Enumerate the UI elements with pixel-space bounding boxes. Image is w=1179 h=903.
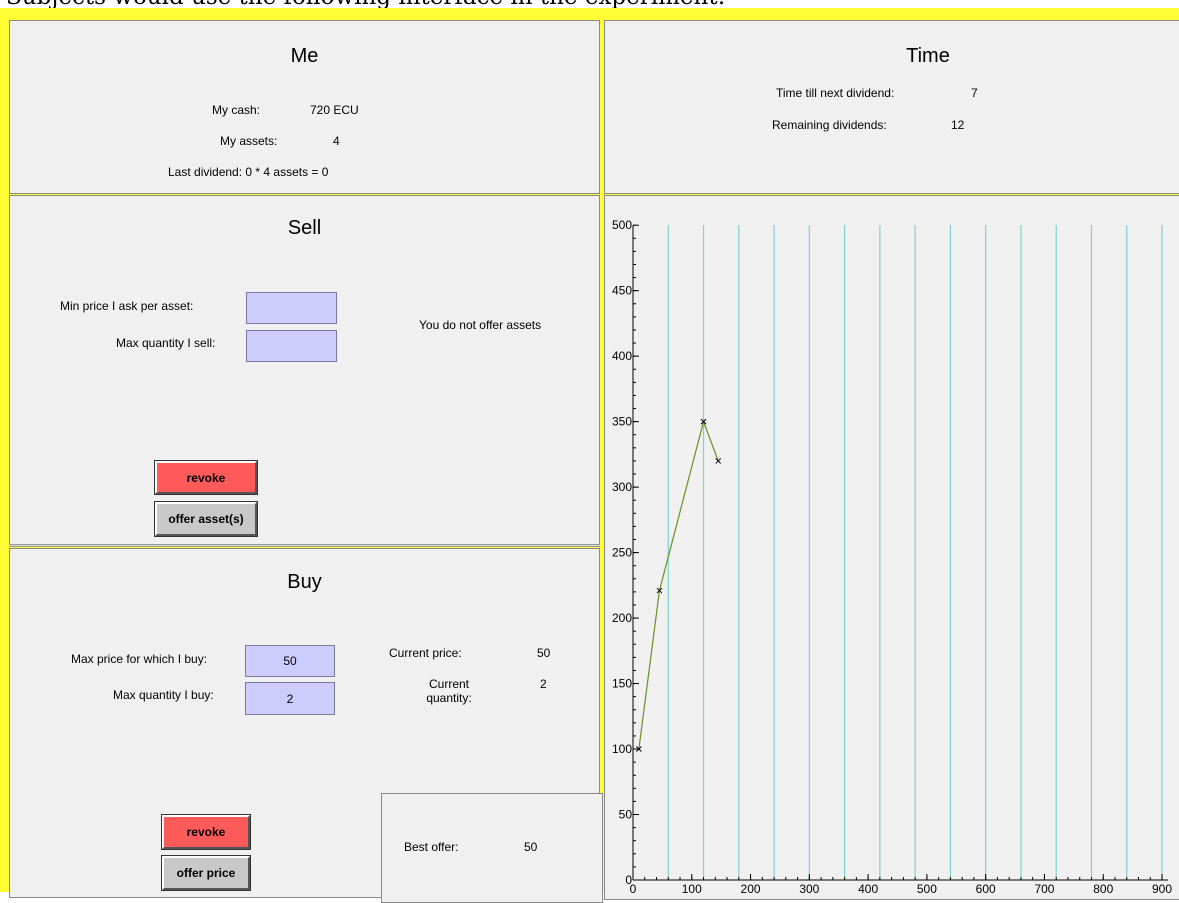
max-buy-qty-input[interactable] xyxy=(245,682,335,715)
sell-panel: Sell Min price I ask per asset: Max quan… xyxy=(9,195,600,545)
sell-revoke-button[interactable]: revoke xyxy=(154,460,258,495)
time-panel: Time Time till next dividend: 7 Remainin… xyxy=(604,20,1179,194)
cash-label: My cash: xyxy=(212,103,261,117)
min-price-input[interactable] xyxy=(246,292,337,324)
x-tick-label: 700 xyxy=(1034,882,1054,896)
app-window: Me My cash: 720 ECU My assets: 4 Last di… xyxy=(0,8,1179,903)
x-tick-label: 0 xyxy=(630,882,637,896)
remaining-dividends-label: Remaining dividends: xyxy=(772,118,887,132)
max-sell-qty-label: Max quantity I sell: xyxy=(116,336,216,350)
me-panel: Me My cash: 720 ECU My assets: 4 Last di… xyxy=(9,20,600,194)
y-tick-label: 350 xyxy=(612,415,632,429)
offer-assets-button[interactable]: offer asset(s) xyxy=(154,501,258,537)
last-dividend: Last dividend: 0 * 4 assets = 0 xyxy=(168,165,329,179)
x-tick-label: 300 xyxy=(799,882,819,896)
caption: Subjects would use the following interfa… xyxy=(6,0,725,10)
y-tick-label: 250 xyxy=(612,546,632,560)
sell-title: Sell xyxy=(287,217,322,239)
me-title: Me xyxy=(290,45,319,67)
cash-value: 720 ECU xyxy=(310,103,359,117)
y-tick-label: 300 xyxy=(612,480,632,494)
x-tick-label: 400 xyxy=(858,882,878,896)
y-tick-label: 100 xyxy=(612,742,632,756)
max-buy-price-input[interactable] xyxy=(245,645,335,677)
best-offer-label: Best offer: xyxy=(404,840,459,854)
current-qty-value: 2 xyxy=(540,677,547,691)
price-series-line xyxy=(638,419,719,750)
x-tick-label: 100 xyxy=(682,882,702,896)
price-point-marker xyxy=(715,458,722,464)
assets-label: My assets: xyxy=(220,134,278,148)
current-price-label: Current price: xyxy=(389,646,462,660)
y-tick-label: 500 xyxy=(612,218,632,232)
best-offer-box: Best offer: 50 xyxy=(381,793,603,903)
buy-revoke-button[interactable]: revoke xyxy=(161,814,251,850)
next-dividend-value: 7 xyxy=(971,86,978,100)
panel-divider xyxy=(9,544,600,547)
assets-value: 4 xyxy=(333,134,340,148)
buy-panel: Buy Max price for which I buy: Max quant… xyxy=(9,548,603,903)
buy-title: Buy xyxy=(287,571,322,593)
x-tick-label: 600 xyxy=(976,882,996,896)
offer-price-button[interactable]: offer price xyxy=(161,855,251,891)
max-buy-price-label: Max price for which I buy: xyxy=(71,652,208,666)
y-tick-label: 400 xyxy=(612,349,632,363)
y-tick-label: 200 xyxy=(612,611,632,625)
x-tick-label: 500 xyxy=(917,882,937,896)
chart-panel: 0 50 100 150 200 250 300 350 400 450 500 0 100 200 300… xyxy=(604,195,1179,900)
x-tick-label: 800 xyxy=(1093,882,1113,896)
best-offer-value: 50 xyxy=(524,840,538,854)
y-tick-label: 150 xyxy=(612,677,632,691)
min-price-label: Min price I ask per asset: xyxy=(60,299,194,313)
y-tick-label: 450 xyxy=(612,284,632,298)
x-tick-label: 900 xyxy=(1152,882,1172,896)
y-tick-label: 50 xyxy=(619,808,633,822)
x-tick-label: 200 xyxy=(741,882,761,896)
max-buy-qty-label: Max quantity I buy: xyxy=(113,688,214,702)
next-dividend-label: Time till next dividend: xyxy=(776,86,895,100)
price-chart: 0501001502002503003504004505000 100 200 300… xyxy=(612,218,1172,896)
time-title: Time xyxy=(906,45,950,67)
remaining-dividends-value: 12 xyxy=(951,118,965,132)
max-sell-qty-input[interactable] xyxy=(246,330,337,362)
current-qty-label: Current quantity: xyxy=(426,677,472,705)
sell-status: You do not offer assets xyxy=(419,318,542,332)
current-price-value: 50 xyxy=(537,646,551,660)
